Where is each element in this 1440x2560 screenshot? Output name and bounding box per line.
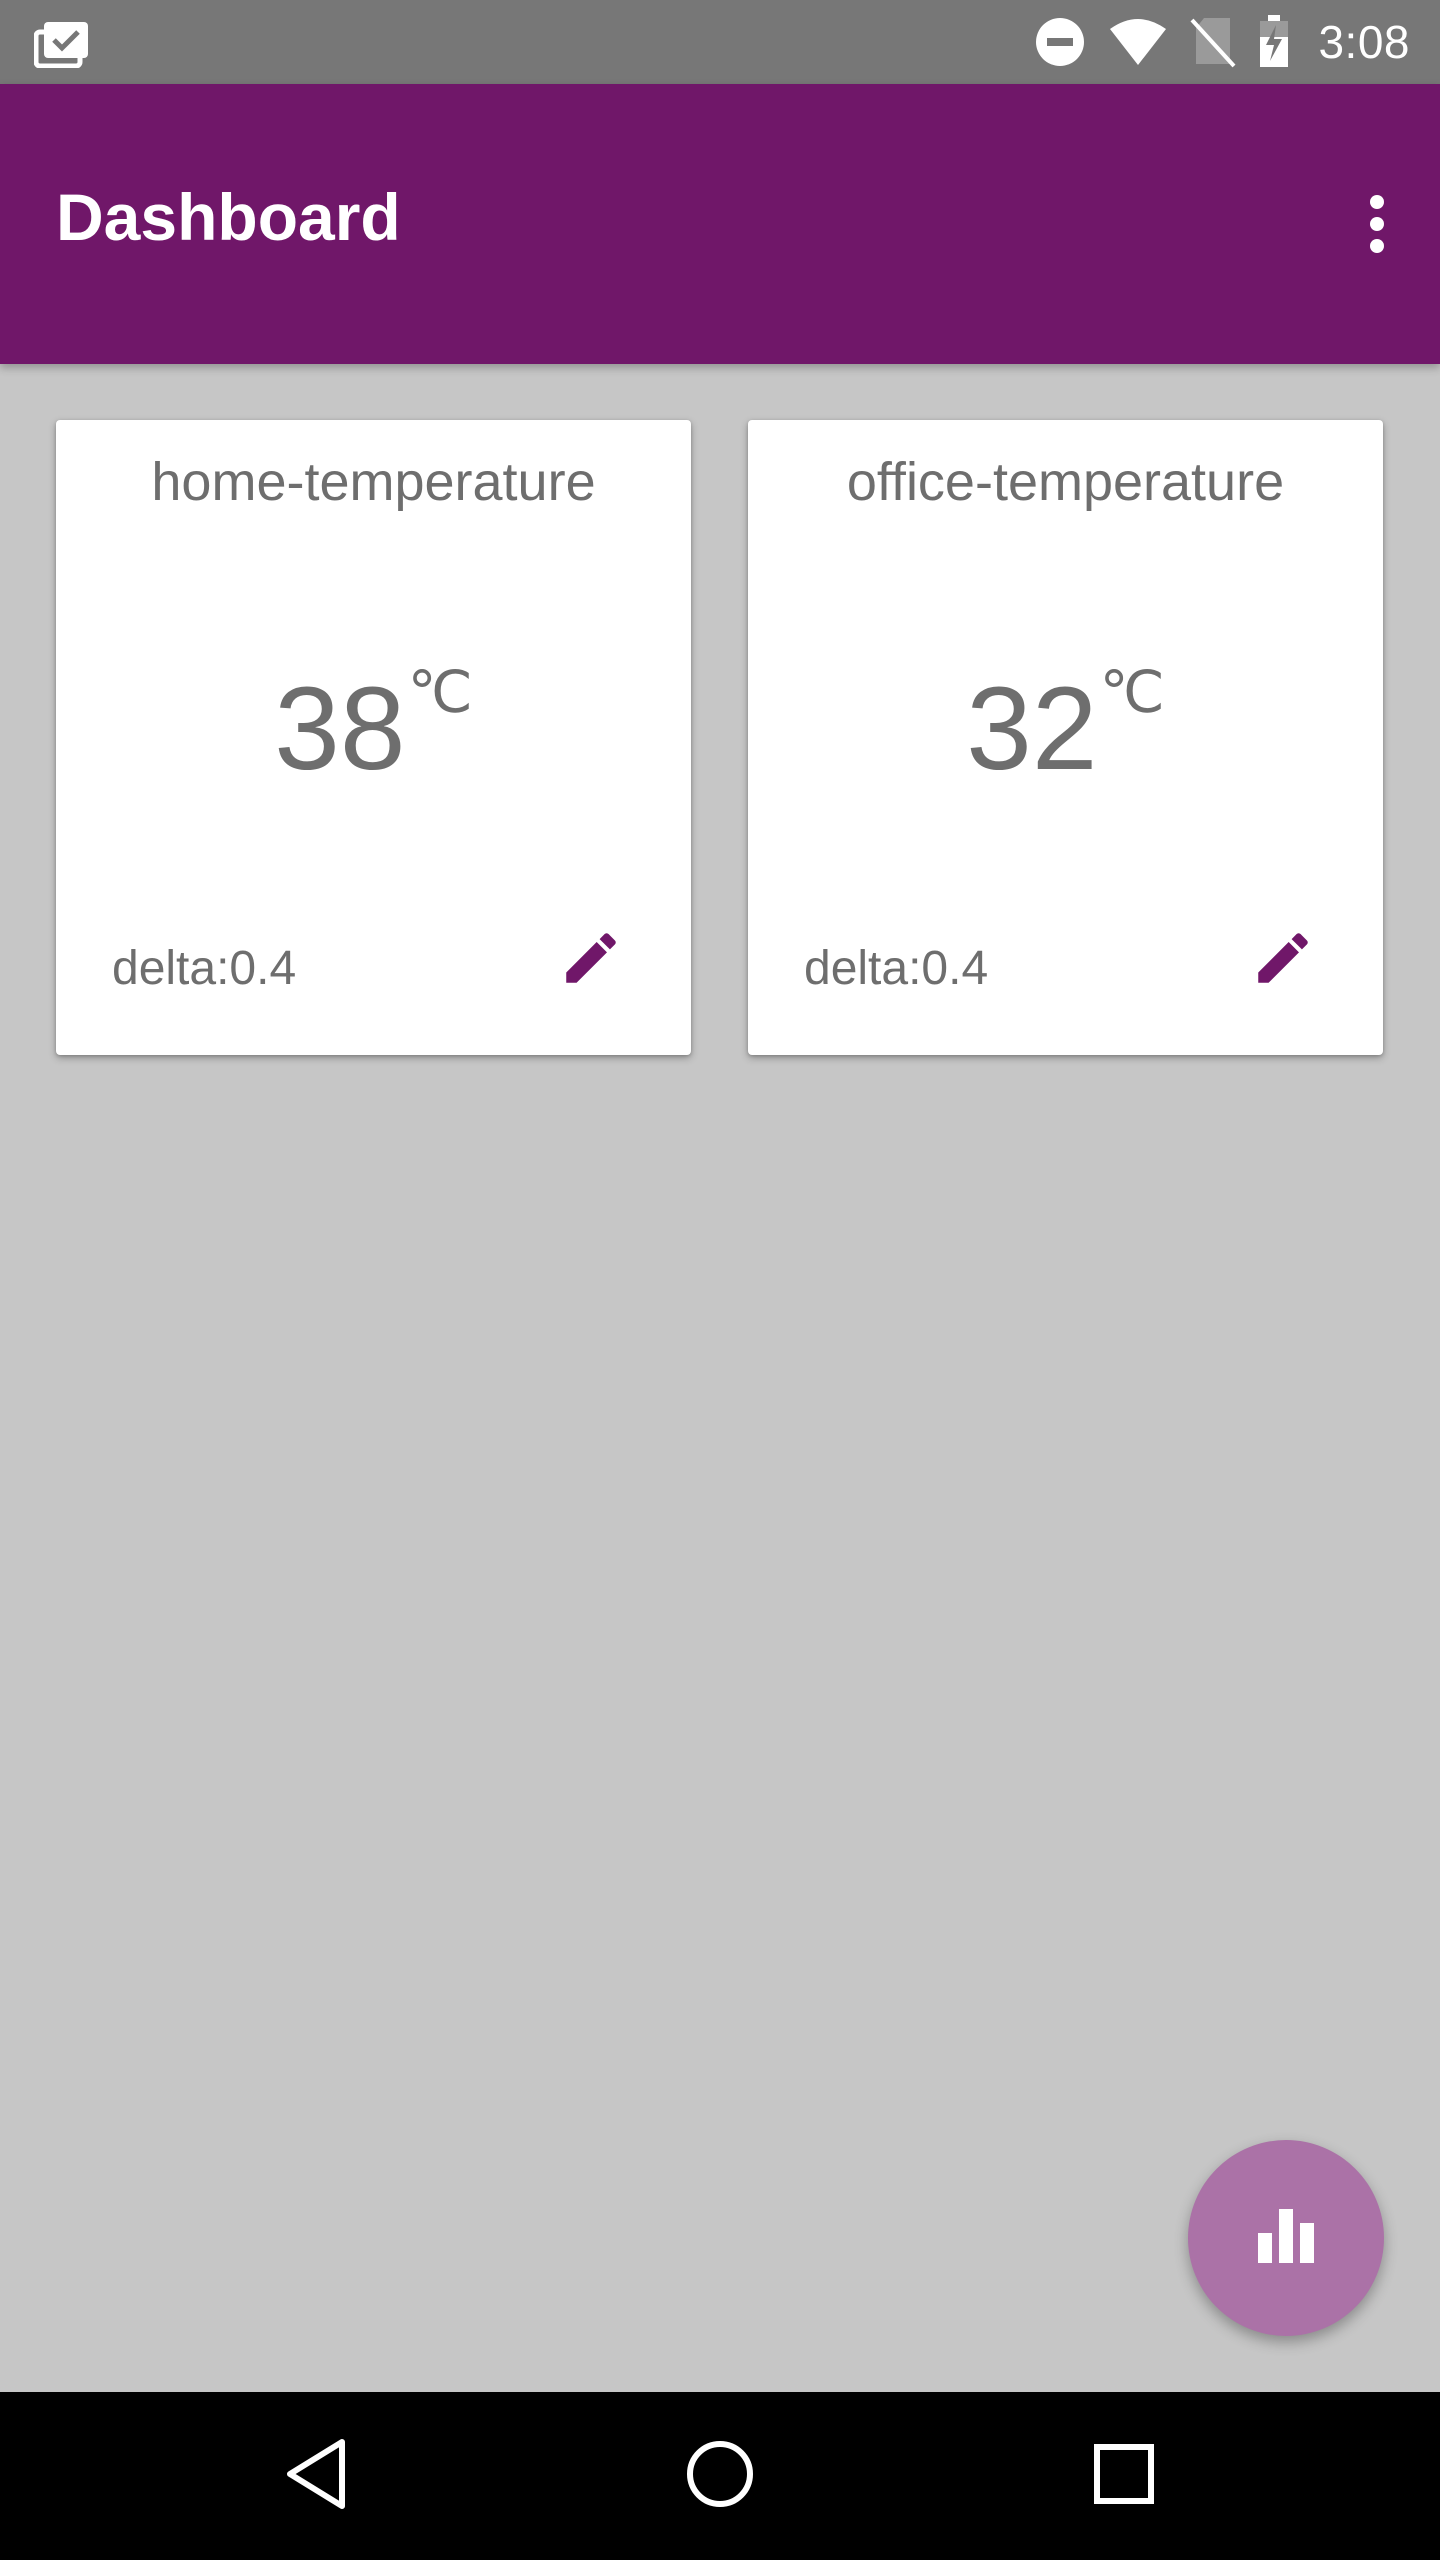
navigation-bar bbox=[0, 2392, 1440, 2560]
more-vert-icon[interactable] bbox=[1342, 174, 1412, 274]
edit-button[interactable] bbox=[1243, 920, 1323, 1000]
temperature-unit: ℃ bbox=[1099, 660, 1165, 725]
back-button[interactable] bbox=[232, 2392, 400, 2560]
temperature-value: 38℃ bbox=[56, 664, 691, 789]
edit-icon bbox=[558, 925, 624, 996]
status-time: 3:08 bbox=[1318, 16, 1410, 68]
card-title: office-temperature bbox=[846, 452, 1285, 512]
home-button[interactable] bbox=[636, 2392, 804, 2560]
delta-label: delta:0.4 bbox=[112, 942, 297, 995]
bar-chart-icon bbox=[1256, 2207, 1316, 2270]
temperature-unit: ℃ bbox=[407, 660, 473, 725]
recents-button[interactable] bbox=[1040, 2392, 1208, 2560]
do-not-disturb-icon bbox=[1034, 16, 1086, 68]
wifi-icon bbox=[1108, 17, 1168, 67]
page-title: Dashboard bbox=[56, 180, 401, 254]
delta-label: delta:0.4 bbox=[804, 942, 989, 995]
temperature-value: 32℃ bbox=[748, 664, 1383, 789]
home-icon bbox=[685, 2439, 755, 2514]
sensor-card-home[interactable]: home-temperature 38℃ delta:0.4 bbox=[56, 420, 691, 1055]
edit-button[interactable] bbox=[551, 920, 631, 1000]
status-bar: 3:08 bbox=[0, 0, 1440, 84]
back-icon bbox=[284, 2438, 348, 2515]
temperature-number: 32 bbox=[966, 663, 1098, 795]
card-title: home-temperature bbox=[151, 452, 596, 512]
no-sim-icon bbox=[1190, 16, 1236, 68]
recents-icon bbox=[1093, 2443, 1155, 2510]
temperature-number: 38 bbox=[274, 663, 406, 795]
chart-fab-button[interactable] bbox=[1188, 2140, 1384, 2336]
sensor-card-office[interactable]: office-temperature 32℃ delta:0.4 bbox=[748, 420, 1383, 1055]
edit-icon bbox=[1250, 925, 1316, 996]
clipboard-check-icon bbox=[33, 18, 90, 69]
app-bar: Dashboard bbox=[0, 84, 1440, 364]
battery-charging-icon bbox=[1258, 15, 1290, 69]
